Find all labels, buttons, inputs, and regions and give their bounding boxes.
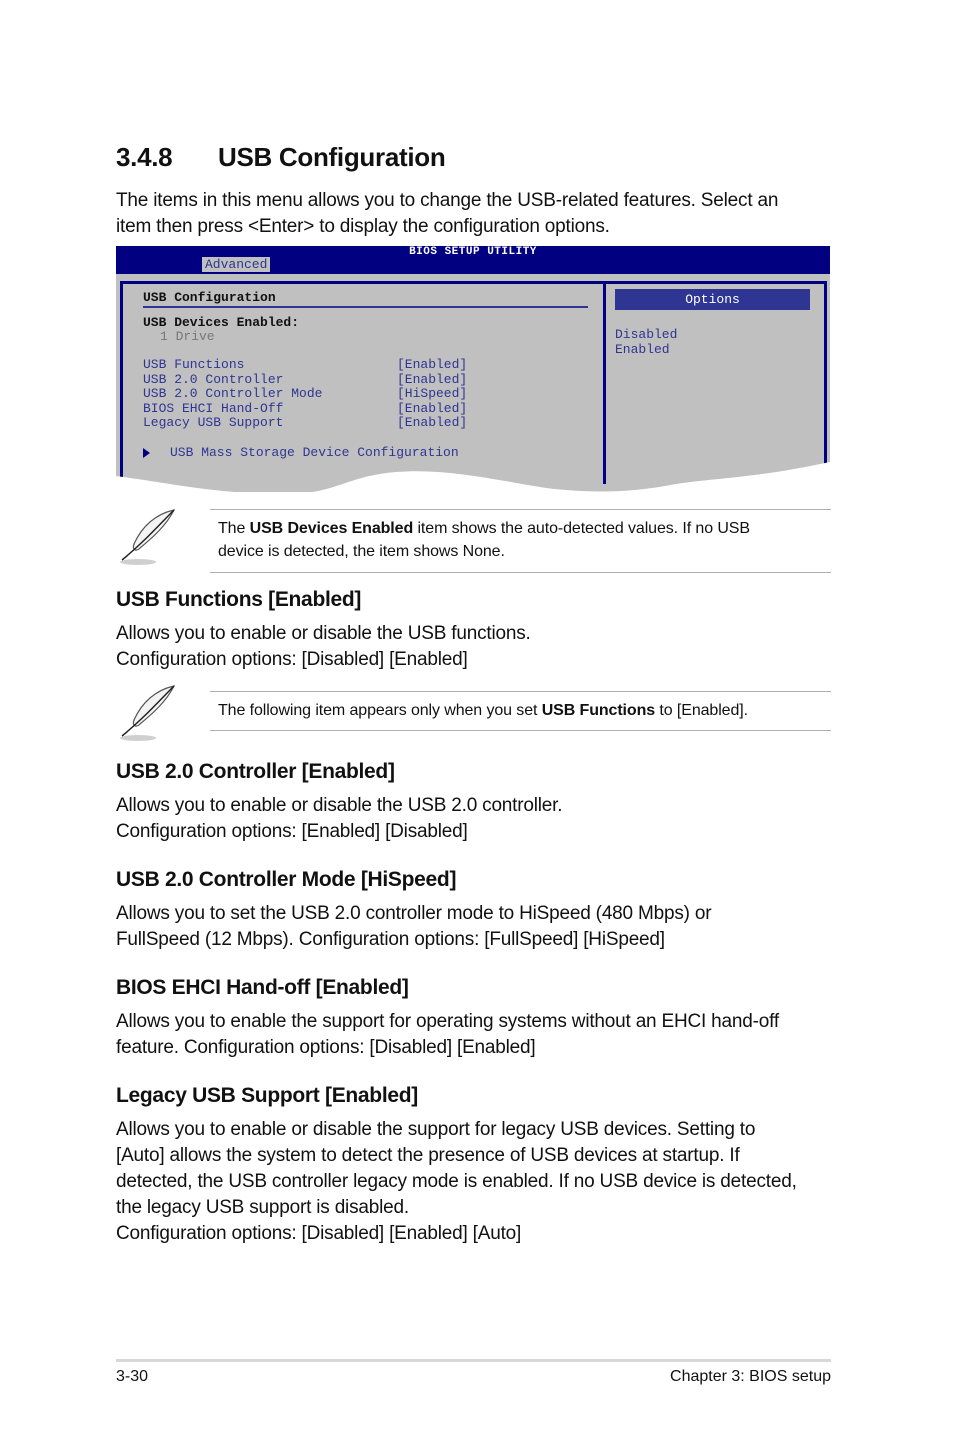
desc-usb20-controller: Allows you to enable or disable the USB … [116,793,836,845]
desc-line: feature. Configuration options: [Disable… [116,1037,536,1058]
heading-legacy-usb: Legacy USB Support [Enabled] [116,1084,418,1107]
option-enabled[interactable]: Enabled [615,342,677,358]
heading-usb20-controller: USB 2.0 Controller [Enabled] [116,760,395,783]
desc-line: Configuration options: [Disabled] [Enabl… [116,649,468,670]
bios-item-value: [HiSpeed] [397,386,468,401]
desc-ehci-handoff: Allows you to enable the support for ope… [116,1009,836,1061]
intro-line: The items in this menu allows you to cha… [116,190,779,211]
intro-paragraph: The items in this menu allows you to cha… [116,188,836,240]
bios-item-usb-functions[interactable]: USB Functions [Enabled] [143,357,468,373]
bios-item-label: USB Functions [143,357,245,372]
heading-usb20-controller-mode: USB 2.0 Controller Mode [HiSpeed] [116,868,457,891]
note-text-post: item shows the auto-detected values. If … [413,520,750,537]
note-text: The USB Devices Enabled item shows the a… [218,517,750,563]
bios-divider [143,306,588,308]
desc-line: detected, the USB controller legacy mode… [116,1171,797,1192]
desc-legacy-usb: Allows you to enable or disable the supp… [116,1117,836,1247]
option-disabled[interactable]: Disabled [615,327,677,343]
bios-header: BIOS SETUP UTILITY Advanced [116,246,830,274]
feather-icon [120,509,176,565]
desc-line: Allows you to enable or disable the USB … [116,623,531,644]
note-rule-bottom [210,730,831,731]
desc-line: Configuration options: [Disabled] [Enabl… [116,1223,522,1244]
note-text-post: to [Enabled]. [655,702,748,719]
desc-line: Allows you to enable the support for ope… [116,1011,779,1032]
page-number: 3-30 [116,1368,149,1385]
desc-usb-functions: Allows you to enable or disable the USB … [116,621,836,673]
options-header: Options [615,289,810,310]
tab-advanced[interactable]: Advanced [202,257,271,272]
bios-panel-title: USB Configuration [143,290,276,305]
section-number: 3.4.8 [116,142,173,172]
desc-line: Allows you to enable or disable the USB … [116,795,563,816]
heading-ehci-handoff: BIOS EHCI Hand-off [Enabled] [116,976,409,999]
note-rule-top [210,509,831,510]
note-usb-devices: The USB Devices Enabled item shows the a… [116,508,831,574]
note-text-bold: USB Devices Enabled [249,520,414,537]
note-text-pre: The [218,520,250,537]
bios-item-usb20-controller[interactable]: USB 2.0 Controller [Enabled] [143,371,468,388]
note-text: The following item appears only when you… [218,699,748,722]
note-rule-bottom [210,572,831,573]
bios-item-list: USB Functions [Enabled] USB 2.0 Controlle… [143,357,468,431]
section-title-text: USB Configuration [218,142,446,172]
desc-line: [Auto] allows the system to detect the p… [116,1145,740,1166]
torn-edge [116,462,830,494]
desc-line: Allows you to set the USB 2.0 controller… [116,903,712,924]
note-text-line2: device is detected, the item shows None. [218,543,505,560]
bios-item-value: [Enabled] [397,415,468,430]
section-title: 3.4.8 USB Configuration [116,142,446,173]
bios-item-value: [Enabled] [397,400,468,416]
bios-item-value: [Enabled] [397,371,468,387]
footer-divider [116,1359,831,1362]
bios-screenshot: BIOS SETUP UTILITY Advanced USB Configur… [116,246,830,494]
bios-item-legacy-usb[interactable]: Legacy USB Support [Enabled] [143,415,468,431]
options-list: Disabled Enabled [615,327,677,358]
intro-line: item then press <Enter> to display the c… [116,216,610,237]
desc-line: Configuration options: [Enabled] [Disabl… [116,821,468,842]
bios-item-label: USB 2.0 Controller [143,371,284,387]
desc-line: FullSpeed (12 Mbps). Configuration optio… [116,929,665,950]
bios-item-value: [Enabled] [397,357,468,372]
note-text-bold: USB Functions [541,702,656,719]
desc-line: the legacy USB support is disabled. [116,1197,409,1218]
bios-item-label: USB 2.0 Controller Mode [143,386,323,401]
bios-item-ehci-handoff[interactable]: BIOS EHCI Hand-Off [Enabled] [143,400,468,417]
note-usb-functions: The following item appears only when you… [116,684,831,741]
heading-usb-functions: USB Functions [Enabled] [116,588,362,611]
bios-item-label: BIOS EHCI Hand-Off [143,400,284,416]
desc-usb20-controller-mode: Allows you to set the USB 2.0 controller… [116,901,836,953]
bios-item-label: Legacy USB Support [143,415,284,430]
note-rule-top [210,691,831,692]
desc-line: Allows you to enable or disable the supp… [116,1119,756,1140]
usb-devices-label: USB Devices Enabled: [143,315,300,330]
usb-devices-value: 1 Drive [160,329,215,344]
feather-icon [120,685,176,741]
bios-item-usb20-controller-mode[interactable]: USB 2.0 Controller Mode [HiSpeed] [143,386,468,402]
note-text-pre: The following item appears only when you… [218,702,542,719]
chapter-label: Chapter 3: BIOS setup [670,1368,831,1385]
